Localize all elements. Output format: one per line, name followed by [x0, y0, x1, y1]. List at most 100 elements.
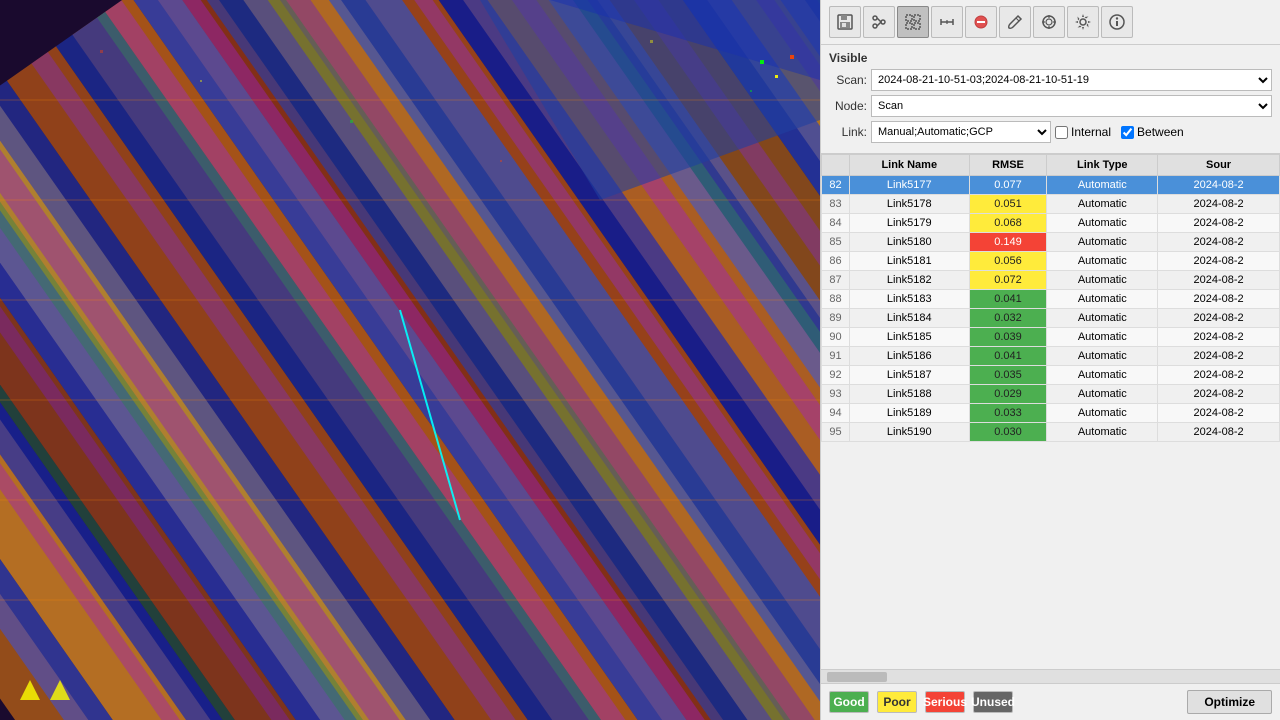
table-row[interactable]: 84Link51790.068Automatic2024-08-2 — [822, 214, 1280, 233]
internal-checkbox-label[interactable]: Internal — [1055, 125, 1111, 139]
row-rmse: 0.149 — [969, 233, 1047, 252]
table-row[interactable]: 86Link51810.056Automatic2024-08-2 — [822, 252, 1280, 271]
row-link-type: Automatic — [1047, 347, 1158, 366]
table-row[interactable]: 88Link51830.041Automatic2024-08-2 — [822, 290, 1280, 309]
table-scroll-area[interactable]: Link Name RMSE Link Type Sour 82Link5177… — [821, 154, 1280, 669]
target-button[interactable] — [1033, 6, 1065, 38]
row-source: 2024-08-2 — [1158, 195, 1280, 214]
row-link-type: Automatic — [1047, 233, 1158, 252]
row-rmse: 0.077 — [969, 176, 1047, 195]
col-header-linkname[interactable]: Link Name — [850, 155, 970, 176]
table-row[interactable]: 95Link51900.030Automatic2024-08-2 — [822, 423, 1280, 442]
settings-button[interactable] — [1067, 6, 1099, 38]
optimize-button[interactable]: Optimize — [1187, 690, 1272, 714]
between-checkbox-label[interactable]: Between — [1121, 125, 1184, 139]
row-source: 2024-08-2 — [1158, 404, 1280, 423]
node-select[interactable]: Scan — [871, 95, 1272, 117]
row-source: 2024-08-2 — [1158, 290, 1280, 309]
row-number: 95 — [822, 423, 850, 442]
row-rmse: 0.041 — [969, 347, 1047, 366]
row-number: 85 — [822, 233, 850, 252]
legend-serious: Serious — [925, 691, 965, 713]
minus-button[interactable] — [965, 6, 997, 38]
row-link-name: Link5177 — [850, 176, 970, 195]
row-rmse: 0.056 — [969, 252, 1047, 271]
table-row[interactable]: 87Link51820.072Automatic2024-08-2 — [822, 271, 1280, 290]
row-rmse: 0.032 — [969, 309, 1047, 328]
node-label: Node: — [829, 99, 867, 113]
scan-row: Scan: 2024-08-21-10-51-03;2024-08-21-10-… — [829, 69, 1272, 91]
node-row: Node: Scan — [829, 95, 1272, 117]
row-rmse: 0.072 — [969, 271, 1047, 290]
row-link-name: Link5184 — [850, 309, 970, 328]
row-link-type: Automatic — [1047, 366, 1158, 385]
col-header-source[interactable]: Sour — [1158, 155, 1280, 176]
save-button[interactable] — [829, 6, 861, 38]
table-row[interactable]: 83Link51780.051Automatic2024-08-2 — [822, 195, 1280, 214]
table-row[interactable]: 94Link51890.033Automatic2024-08-2 — [822, 404, 1280, 423]
row-rmse: 0.033 — [969, 404, 1047, 423]
row-number: 89 — [822, 309, 850, 328]
poor-box: Poor — [877, 691, 917, 713]
row-number: 91 — [822, 347, 850, 366]
row-link-name: Link5190 — [850, 423, 970, 442]
row-link-name: Link5189 — [850, 404, 970, 423]
row-link-name: Link5188 — [850, 385, 970, 404]
table-row[interactable]: 93Link51880.029Automatic2024-08-2 — [822, 385, 1280, 404]
row-source: 2024-08-2 — [1158, 252, 1280, 271]
col-header-rmse[interactable]: RMSE — [969, 155, 1047, 176]
row-source: 2024-08-2 — [1158, 271, 1280, 290]
table-row[interactable]: 85Link51800.149Automatic2024-08-2 — [822, 233, 1280, 252]
link-select[interactable]: Manual;Automatic;GCP — [871, 121, 1051, 143]
row-source: 2024-08-2 — [1158, 366, 1280, 385]
row-rmse: 0.029 — [969, 385, 1047, 404]
row-link-name: Link5187 — [850, 366, 970, 385]
scan-select[interactable]: 2024-08-21-10-51-03;2024-08-21-10-51-19 — [871, 69, 1272, 91]
row-number: 90 — [822, 328, 850, 347]
row-link-type: Automatic — [1047, 214, 1158, 233]
table-row[interactable]: 92Link51870.035Automatic2024-08-2 — [822, 366, 1280, 385]
checkbox-group: Internal Between — [1055, 125, 1184, 139]
row-link-name: Link5186 — [850, 347, 970, 366]
info-button[interactable] — [1101, 6, 1133, 38]
measure-button[interactable] — [931, 6, 963, 38]
map-area[interactable] — [0, 0, 820, 720]
row-source: 2024-08-2 — [1158, 233, 1280, 252]
row-number: 88 — [822, 290, 850, 309]
row-number: 86 — [822, 252, 850, 271]
table-container: Link Name RMSE Link Type Sour 82Link5177… — [821, 154, 1280, 683]
row-number: 82 — [822, 176, 850, 195]
select-button[interactable] — [897, 6, 929, 38]
between-checkbox[interactable] — [1121, 126, 1134, 139]
legend-good: Good — [829, 691, 869, 713]
col-header-linktype[interactable]: Link Type — [1047, 155, 1158, 176]
table-row[interactable]: 90Link51850.039Automatic2024-08-2 — [822, 328, 1280, 347]
serious-box: Serious — [925, 691, 965, 713]
legend-poor: Poor — [877, 691, 917, 713]
link-button[interactable] — [863, 6, 895, 38]
unused-box: Unused — [973, 691, 1013, 713]
row-link-type: Automatic — [1047, 252, 1158, 271]
row-source: 2024-08-2 — [1158, 328, 1280, 347]
table-row[interactable]: 91Link51860.041Automatic2024-08-2 — [822, 347, 1280, 366]
visible-label: Visible — [829, 51, 1272, 65]
row-rmse: 0.030 — [969, 423, 1047, 442]
internal-checkbox[interactable] — [1055, 126, 1068, 139]
row-link-name: Link5178 — [850, 195, 970, 214]
internal-label: Internal — [1071, 125, 1111, 139]
link-label: Link: — [829, 125, 867, 139]
visible-section: Visible Scan: 2024-08-21-10-51-03;2024-0… — [821, 45, 1280, 154]
horizontal-scrollbar[interactable] — [821, 669, 1280, 683]
brush-button[interactable] — [999, 6, 1031, 38]
row-source: 2024-08-2 — [1158, 385, 1280, 404]
row-source: 2024-08-2 — [1158, 309, 1280, 328]
toolbar — [821, 0, 1280, 45]
table-row[interactable]: 82Link51770.077Automatic2024-08-2 — [822, 176, 1280, 195]
row-number: 83 — [822, 195, 850, 214]
table-row[interactable]: 89Link51840.032Automatic2024-08-2 — [822, 309, 1280, 328]
row-link-name: Link5182 — [850, 271, 970, 290]
col-header-num — [822, 155, 850, 176]
row-number: 87 — [822, 271, 850, 290]
row-rmse: 0.051 — [969, 195, 1047, 214]
row-link-name: Link5181 — [850, 252, 970, 271]
